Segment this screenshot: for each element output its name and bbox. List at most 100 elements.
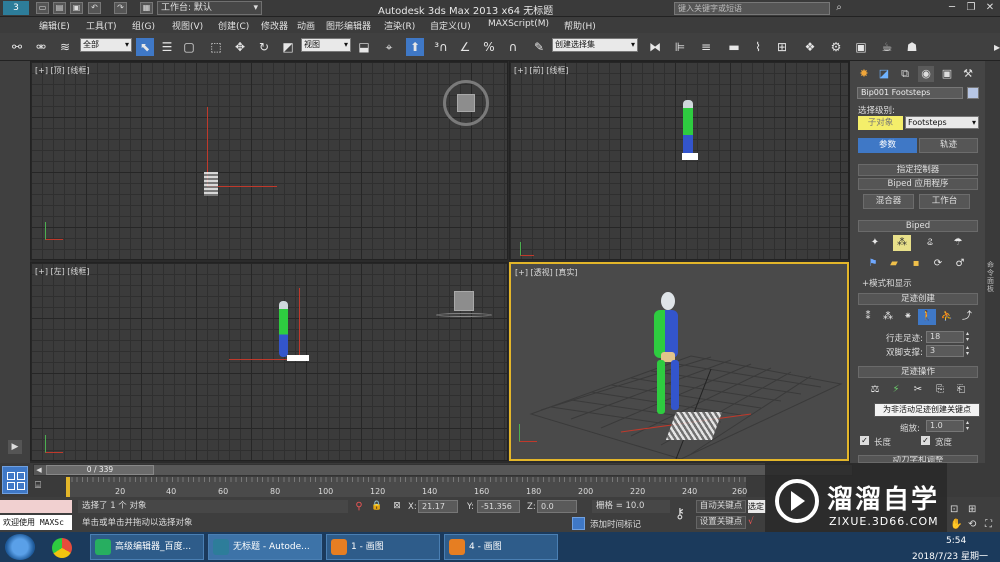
orbit-icon[interactable]: ⟲ <box>968 518 982 531</box>
curve-editor-icon[interactable]: ⌇ <box>749 38 767 56</box>
maxscript-listener[interactable] <box>0 500 72 513</box>
save-file-icon[interactable]: ▣ <box>70 2 83 14</box>
rect-selection-icon[interactable]: ▢ <box>180 38 198 56</box>
snap-toggle-icon[interactable]: ³∩ <box>432 38 450 56</box>
mirror-icon[interactable]: ⧓ <box>646 38 664 56</box>
create-footsteps-append-icon[interactable]: ⁑ <box>859 309 877 325</box>
viewport-label[interactable]: [+] [透视] [真实] <box>515 267 578 278</box>
set-key-button[interactable]: 设置关键点 <box>696 516 746 529</box>
ribbon-icon[interactable]: ▬ <box>725 38 743 56</box>
viewport-perspective[interactable]: [+] [透视] [真实] <box>509 262 849 461</box>
clock-date[interactable]: 2018/7/23 星期一 <box>912 549 988 562</box>
window-crossing-icon[interactable]: ⬚ <box>207 38 225 56</box>
expand-arrow-icon[interactable]: ▶ <box>8 440 22 454</box>
rotate-icon[interactable]: ↻ <box>255 38 273 56</box>
double-support-input[interactable]: 3 <box>926 345 964 357</box>
taskbar-item-paint-4[interactable]: 4 - 画图 <box>444 534 558 560</box>
jump-gait-icon[interactable]: ⤴ <box>958 309 976 325</box>
viewport-top[interactable]: [+] [顶] [线框] <box>30 61 508 260</box>
keyboard-shortcut-icon[interactable]: ⬆ <box>406 38 424 56</box>
width-checkbox[interactable]: ✓ <box>921 436 930 445</box>
sub-object-button[interactable]: 子对象 <box>858 116 903 130</box>
paste-footsteps-icon[interactable]: ⎗ <box>952 382 970 398</box>
isolate-selection-icon[interactable]: ⚲ <box>352 500 366 513</box>
viewport-label[interactable]: [+] [顶] [线框] <box>35 65 90 76</box>
menu-create[interactable]: 创建(C) <box>218 19 249 32</box>
spinner-arrows-icon[interactable]: ▴ ▾ <box>966 345 974 357</box>
key-icon[interactable]: ⚷ <box>669 505 691 523</box>
selection-filter-select[interactable]: 全部 ▾ <box>80 38 132 52</box>
mode-display-toggle[interactable]: +模式和显示 <box>862 277 912 289</box>
add-time-tag-label[interactable]: 添加时间标记 <box>590 518 641 530</box>
bind-spacewarp-icon[interactable]: ≋ <box>56 38 74 56</box>
run-gait-icon[interactable]: ⛹ <box>938 309 956 325</box>
select-by-name-icon[interactable]: ☰ <box>158 38 176 56</box>
search-input[interactable]: 键入关键字或短语 <box>674 2 830 15</box>
search-icon[interactable]: ⌕ <box>830 1 848 15</box>
modify-tab-icon[interactable]: ◪ <box>876 66 892 82</box>
menu-views[interactable]: 视图(V) <box>172 19 203 32</box>
welcome-text[interactable]: 欢迎使用 MAXSc <box>0 515 72 530</box>
biped-front[interactable] <box>683 100 693 158</box>
redo-icon[interactable]: ↷ <box>114 2 127 14</box>
layer-manager-icon[interactable]: ≡ <box>697 38 715 56</box>
rendered-frame-icon[interactable]: ▣ <box>852 38 870 56</box>
scroll-right-icon[interactable]: ▸ <box>988 38 1000 56</box>
start-button[interactable] <box>5 534 35 560</box>
menu-rendering[interactable]: 渲染(R) <box>384 19 415 32</box>
menu-modifiers[interactable]: 修改器 <box>261 19 288 32</box>
timeline-cursor[interactable] <box>66 477 70 497</box>
menu-maxscript[interactable]: MAXScript(M) <box>488 19 549 29</box>
biped-left[interactable] <box>279 301 288 357</box>
menu-group[interactable]: 组(G) <box>132 19 155 32</box>
select-object-icon[interactable]: ⬉ <box>136 38 154 56</box>
walk-footsteps-input[interactable]: 18 <box>926 331 964 343</box>
motion-flow-icon[interactable]: ଌ <box>921 235 939 251</box>
scale-icon[interactable]: ◩ <box>279 38 297 56</box>
footstep-mode-icon[interactable]: ⁂ <box>893 235 911 251</box>
close-button[interactable]: ✕ <box>981 1 999 15</box>
move-all-mode-icon[interactable]: ♂ <box>951 256 969 272</box>
minimize-button[interactable]: ─ <box>943 1 961 15</box>
taskbar-item-paint-1[interactable]: 1 - 画图 <box>326 534 440 560</box>
material-editor-icon[interactable]: ❖ <box>801 38 819 56</box>
key-filter-icon[interactable]: √ <box>748 516 766 529</box>
save-file-icon[interactable]: ▪ <box>907 256 925 272</box>
biped-head[interactable] <box>661 292 675 310</box>
select-manipulate-icon[interactable]: ⌖ <box>380 38 398 56</box>
open-file-icon[interactable]: ▤ <box>53 2 66 14</box>
workbench-button[interactable]: 工作台 <box>919 194 970 209</box>
rollout-assign-controller[interactable]: 指定控制器 <box>858 164 978 176</box>
utilities-tab-icon[interactable]: ⚒ <box>960 66 976 82</box>
display-tab-icon[interactable]: ▣ <box>939 66 955 82</box>
motion-tab-icon[interactable]: ◉ <box>918 66 934 82</box>
create-keys-inactive-icon[interactable]: ⚖ <box>866 382 884 398</box>
convert-icon[interactable]: ⟳ <box>929 256 947 272</box>
mixer-mode-icon[interactable]: ☂ <box>949 235 967 251</box>
menu-tools[interactable]: 工具(T) <box>86 19 117 32</box>
restore-button[interactable]: ❐ <box>962 1 980 15</box>
mini-curve-editor-icon[interactable]: ⌸ <box>35 479 53 493</box>
viewport-left[interactable]: [+] [左] [线框] <box>30 262 508 461</box>
move-icon[interactable]: ✥ <box>231 38 249 56</box>
create-tab-icon[interactable]: ✸ <box>856 66 872 82</box>
time-slider[interactable]: ◀ 0 / 339 <box>33 464 853 476</box>
menu-customize[interactable]: 自定义(U) <box>430 19 471 32</box>
pivot-center-icon[interactable]: ⬓ <box>355 38 373 56</box>
zoom-extents-icon[interactable]: ⊡ <box>950 503 964 516</box>
spinner-arrows-icon[interactable]: ▴ ▾ <box>966 331 974 343</box>
prev-frame-icon[interactable]: ◀ <box>34 465 44 475</box>
menu-graph-editors[interactable]: 图形编辑器 <box>326 19 371 32</box>
delete-footsteps-icon[interactable]: ✂ <box>909 382 927 398</box>
biped-body[interactable] <box>654 310 678 358</box>
viewcube-icon[interactable] <box>443 80 489 126</box>
chrome-pinned-icon[interactable] <box>52 538 72 558</box>
rollout-footstep-creation[interactable]: 足迹创建 <box>858 293 978 305</box>
link-icon[interactable]: ⚯ <box>8 38 26 56</box>
rollout-footstep-operations[interactable]: 足迹操作 <box>858 366 978 378</box>
y-coordinate-input[interactable]: -51.356 <box>477 500 520 513</box>
taskbar-item-browser[interactable]: 高级编辑器_百度... <box>90 534 204 560</box>
scale-input[interactable]: 1.0 <box>926 420 964 432</box>
deactivate-footsteps-icon[interactable]: ⚡ <box>887 382 905 398</box>
add-time-tag-icon[interactable] <box>572 517 585 530</box>
